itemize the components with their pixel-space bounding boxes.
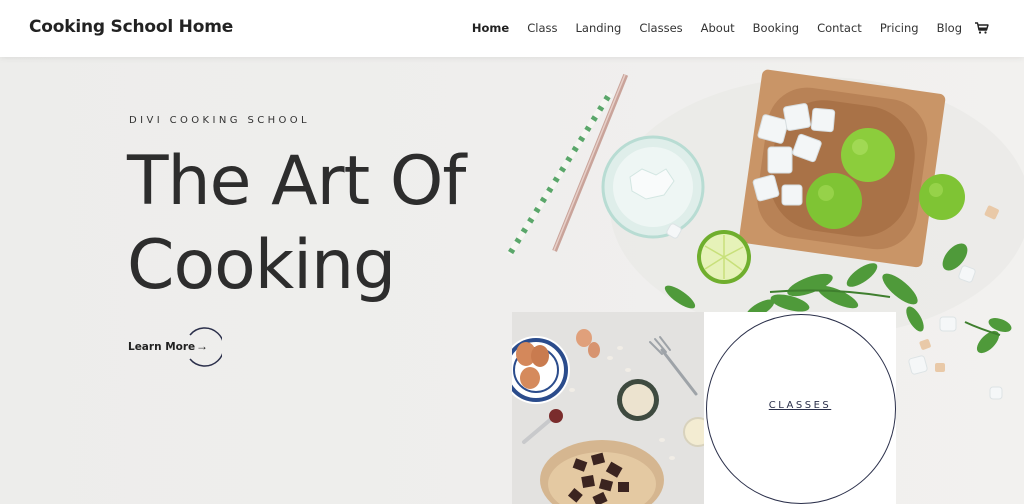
cart-icon[interactable]: [975, 22, 989, 34]
hero-eyebrow: DIVI COOKING SCHOOL: [129, 115, 311, 126]
main-nav: Home Class Landing Classes About Booking…: [472, 21, 962, 35]
nav-booking[interactable]: Booking: [753, 21, 799, 35]
nav-landing[interactable]: Landing: [575, 21, 621, 35]
nav-about[interactable]: About: [701, 21, 735, 35]
bowl-icon: [617, 379, 659, 421]
baking-photo: [512, 312, 704, 504]
nav-classes[interactable]: Classes: [639, 21, 682, 35]
hero-title-line-1: The Art Of: [127, 142, 466, 221]
nav-pricing[interactable]: Pricing: [880, 21, 919, 35]
nav-blog[interactable]: Blog: [937, 21, 962, 35]
nav-class[interactable]: Class: [527, 21, 557, 35]
site-header: Cooking School Home Home Class Landing C…: [0, 0, 1024, 57]
lime-slice-icon: [697, 230, 751, 284]
nav-home[interactable]: Home: [472, 21, 509, 35]
nav-contact[interactable]: Contact: [817, 21, 862, 35]
hero-title-line-2: Cooking: [127, 226, 396, 305]
straw-icon: [506, 91, 613, 256]
learn-more-button[interactable]: Learn More →: [128, 327, 222, 367]
circle-outline-icon: [189, 327, 222, 367]
classes-link[interactable]: CLASSES: [704, 400, 896, 411]
glass-icon: [601, 135, 705, 239]
hero-title: The Art Of Cooking: [127, 140, 487, 308]
site-logo[interactable]: Cooking School Home: [29, 17, 233, 37]
baking-photo-tile[interactable]: [512, 312, 704, 504]
